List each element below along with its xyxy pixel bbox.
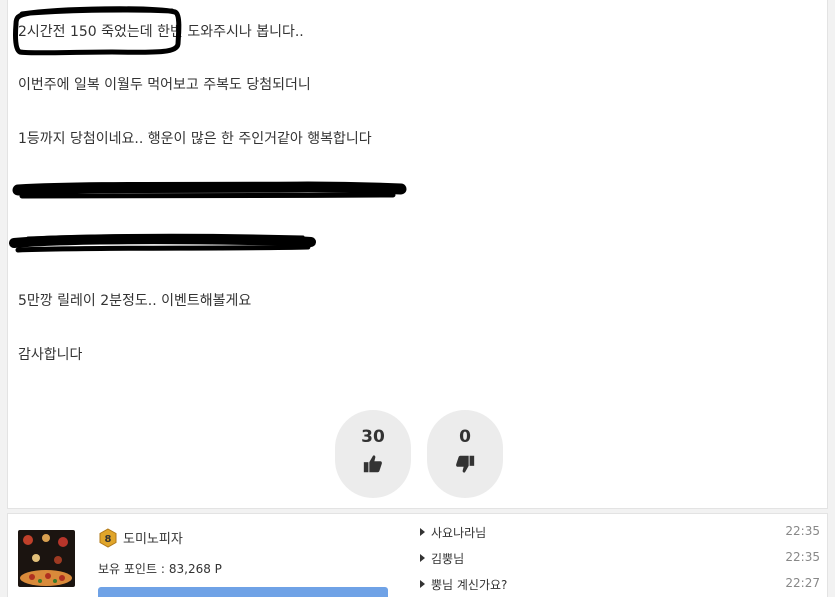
upvote-button[interactable]: 30 bbox=[335, 410, 411, 498]
bullet-triangle-icon bbox=[420, 554, 425, 562]
author-avatar[interactable] bbox=[18, 530, 75, 587]
list-item[interactable]: 뿡님 계신가요? 22:27 bbox=[418, 574, 820, 597]
points-value: 83,268 P bbox=[168, 562, 222, 576]
bullet-triangle-icon bbox=[420, 528, 425, 536]
thumbs-up-icon bbox=[363, 455, 382, 473]
downvote-button[interactable]: 0 bbox=[427, 410, 503, 498]
post-body: 2시간전 150 죽었는데 한번 도와주시나 봅니다.. 이번주에 일복 이월두… bbox=[7, 0, 828, 509]
downvote-count: 0 bbox=[459, 427, 471, 447]
author-points: 보유 포인트 :83,268 P bbox=[98, 560, 222, 577]
list-item-title[interactable]: 사요나라님 bbox=[431, 524, 486, 541]
author-footer: 8 도미노피자 보유 포인트 :83,268 P 사요나라님 22:35 김뿡님… bbox=[7, 513, 828, 597]
thumbs-down-icon bbox=[456, 455, 475, 473]
list-item-time: 22:35 bbox=[785, 524, 820, 538]
redaction-scribble-2 bbox=[9, 233, 316, 253]
list-item[interactable]: 사요나라님 22:35 bbox=[418, 522, 820, 548]
post-line-4: 5만깡 릴레이 2분정도.. 이벤트해볼게요 bbox=[18, 293, 252, 309]
page: 2시간전 150 죽었는데 한번 도와주시나 봅니다.. 이번주에 일복 이월두… bbox=[0, 0, 835, 597]
author-nickname[interactable]: 도미노피자 bbox=[123, 528, 183, 547]
list-item[interactable]: 김뿡님 22:35 bbox=[418, 548, 820, 574]
list-item-title[interactable]: 김뿡님 bbox=[431, 550, 464, 567]
post-line-5: 감사합니다 bbox=[18, 347, 83, 363]
upvote-count: 30 bbox=[361, 427, 385, 447]
list-item-title[interactable]: 뿡님 계신가요? bbox=[431, 576, 507, 593]
level-badge: 8 bbox=[99, 528, 117, 548]
list-item-time: 22:27 bbox=[785, 576, 820, 590]
list-item-time: 22:35 bbox=[785, 550, 820, 564]
bullet-triangle-icon bbox=[420, 580, 425, 588]
author-action-button[interactable] bbox=[98, 587, 388, 597]
level-number: 8 bbox=[105, 534, 112, 545]
recent-posts-list: 사요나라님 22:35 김뿡님 22:35 뿡님 계신가요? 22:27 bbox=[418, 522, 820, 597]
points-label: 보유 포인트 : bbox=[98, 562, 165, 576]
